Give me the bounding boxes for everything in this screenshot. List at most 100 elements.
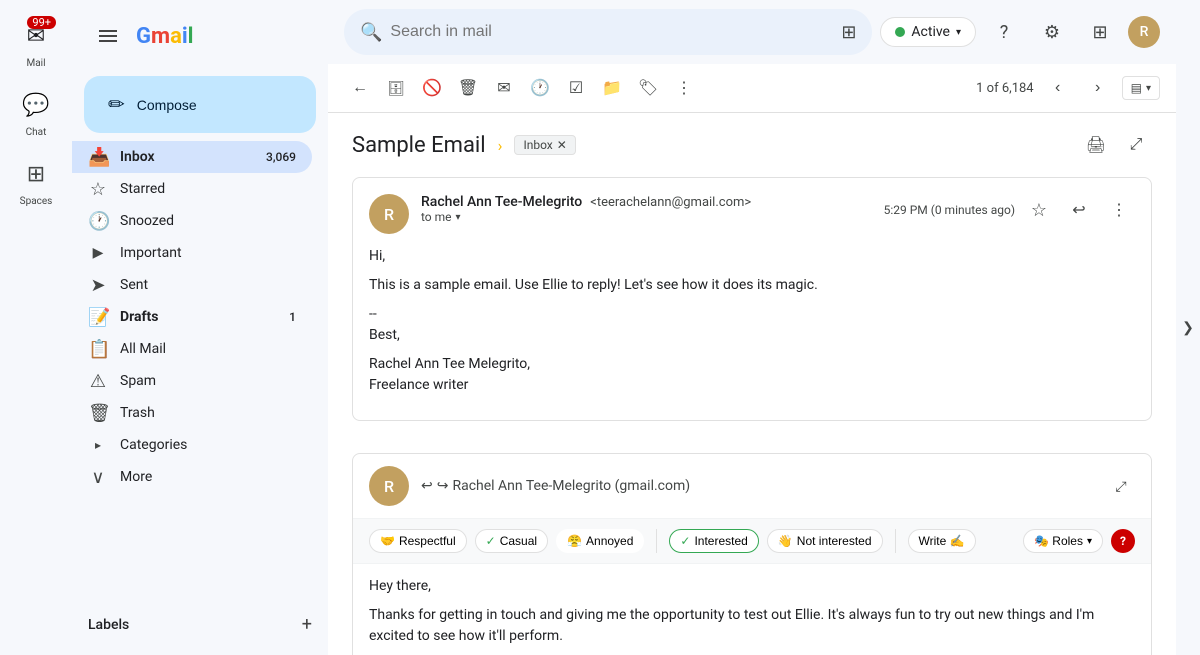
compose-button[interactable]: ✏ Compose: [84, 76, 316, 133]
hamburger-button[interactable]: [88, 16, 128, 56]
sidebar-item-label: Spam: [120, 373, 296, 389]
chat-label: Chat: [26, 127, 47, 138]
reply-body[interactable]: Hey there, Thanks for getting in touch a…: [353, 564, 1151, 655]
spaces-nav-item[interactable]: ⊞ Spaces: [0, 146, 72, 215]
sidebar: Gmail ✏ Compose 📥 Inbox 3,069 ☆ Starred …: [72, 0, 328, 655]
reply-to-label: Rachel Ann Tee-Melegrito (gmail.com): [452, 478, 690, 494]
labels-title: Labels: [88, 617, 129, 633]
help-button[interactable]: ?: [984, 12, 1024, 52]
sidebar-item-more[interactable]: ∨ More: [72, 461, 312, 493]
right-panel-toggle[interactable]: ❯: [1176, 0, 1200, 655]
message-time: 5:29 PM (0 minutes ago): [884, 203, 1015, 217]
sidebar-item-inbox[interactable]: 📥 Inbox 3,069: [72, 141, 312, 173]
labels-header: Labels +: [88, 610, 312, 639]
delete-email-button[interactable]: 🗑: [452, 72, 484, 104]
reply-expand-button[interactable]: ⤢: [1107, 472, 1135, 500]
sidebar-item-trash[interactable]: 🗑 Trash: [72, 397, 312, 429]
sidebar-item-label: All Mail: [120, 341, 296, 357]
body-line-4: Rachel Ann Tee Melegrito,Freelance write…: [369, 354, 1135, 396]
add-task-button[interactable]: ☑: [560, 72, 592, 104]
sidebar-item-spam[interactable]: ⚠ Spam: [72, 365, 312, 397]
view-icon: ▤: [1131, 81, 1142, 95]
back-button[interactable]: ←: [344, 72, 376, 104]
print-icon: 🖨: [1086, 135, 1106, 155]
expand-panel-icon: ❯: [1182, 320, 1194, 336]
tone-not-interested-button[interactable]: 👋 Not interested: [767, 529, 883, 553]
chat-nav-item[interactable]: 💬 Chat: [0, 77, 72, 146]
print-button[interactable]: 🖨: [1080, 129, 1112, 161]
sidebar-item-label: More: [120, 469, 296, 485]
more-icon: ⋮: [1111, 200, 1127, 220]
search-input[interactable]: [390, 23, 833, 41]
archive-button[interactable]: 🗄: [380, 72, 412, 104]
to-chevron-icon: ▾: [456, 212, 461, 223]
sidebar-item-starred[interactable]: ☆ Starred: [72, 173, 312, 205]
counter-text: 1 of 6,184: [976, 81, 1033, 96]
sidebar-item-categories[interactable]: ▸ Categories: [72, 429, 312, 461]
labels-add-button[interactable]: +: [302, 614, 312, 635]
move-icon: 📁: [602, 78, 622, 98]
tone-interested-button[interactable]: ✓ Interested: [669, 529, 758, 553]
view-toggle-button[interactable]: ▤ ▾: [1122, 76, 1160, 100]
nav-section: 📥 Inbox 3,069 ☆ Starred 🕐 Snoozed ▶ Impo…: [72, 141, 328, 602]
roles-chevron-icon: ▾: [1087, 536, 1092, 547]
more-toolbar-button[interactable]: ⋮: [668, 72, 700, 104]
search-bar: 🔍 ⊞: [344, 9, 872, 55]
hamburger-icon: [99, 27, 117, 45]
apps-button[interactable]: ⊞: [1080, 12, 1120, 52]
avatar[interactable]: R: [1128, 16, 1160, 48]
settings-button[interactable]: ⚙: [1032, 12, 1072, 52]
annoyed-emoji: 😤: [567, 534, 582, 548]
mail-nav-item[interactable]: ✉ 99+ Mail: [0, 8, 72, 77]
label-button[interactable]: 🏷: [632, 72, 664, 104]
search-tune-icon[interactable]: ⊞: [841, 22, 856, 43]
inbox-tag: Inbox ✕: [514, 135, 575, 155]
label-icon: 🏷: [638, 78, 658, 98]
report-spam-button[interactable]: 🚫: [416, 72, 448, 104]
interested-check-icon: ✓: [680, 534, 690, 548]
roles-button[interactable]: 🎭 Roles ▾: [1023, 529, 1103, 553]
move-button[interactable]: 📁: [596, 72, 628, 104]
snooze-button[interactable]: 🕐: [524, 72, 556, 104]
respectful-label: Respectful: [399, 534, 456, 548]
more-message-button[interactable]: ⋮: [1103, 194, 1135, 226]
settings-icon: ⚙: [1044, 22, 1060, 43]
spaces-label: Spaces: [20, 196, 53, 207]
star-button[interactable]: ☆: [1023, 194, 1055, 226]
casual-check-icon: ✓: [486, 534, 496, 548]
tone-respectful-button[interactable]: 🤝 Respectful: [369, 529, 467, 553]
back-icon: ←: [352, 79, 368, 97]
mail-badge: 99+: [27, 16, 56, 29]
email-subject-row: Sample Email › Inbox ✕ 🖨 ⤢: [352, 129, 1152, 161]
next-email-button[interactable]: ›: [1082, 72, 1114, 104]
casual-label: Casual: [500, 534, 537, 548]
sidebar-item-sent[interactable]: ➤ Sent: [72, 269, 312, 301]
avatar-initials: R: [1140, 24, 1149, 40]
sidebar-item-label: Drafts: [120, 309, 277, 325]
gmail-logo: Gmail: [136, 24, 194, 49]
help-button[interactable]: ?: [1111, 529, 1135, 553]
inbox-tag-close[interactable]: ✕: [557, 138, 567, 152]
active-status-button[interactable]: Active ▾: [880, 17, 976, 47]
reply-header: R ↩ ↪ Rachel Ann Tee-Melegrito (gmail.co…: [353, 454, 1151, 519]
main-content: 🔍 ⊞ Active ▾ ? ⚙ ⊞: [328, 0, 1176, 655]
reply-message-button[interactable]: ↩: [1063, 194, 1095, 226]
tone-annoyed-button[interactable]: 😤 Annoyed: [556, 529, 644, 553]
mark-email-button[interactable]: ✉: [488, 72, 520, 104]
mark-icon: ✉: [497, 78, 510, 98]
reply-box: R ↩ ↪ Rachel Ann Tee-Melegrito (gmail.co…: [352, 453, 1152, 655]
prev-email-button[interactable]: ‹: [1042, 72, 1074, 104]
sidebar-item-snoozed[interactable]: 🕐 Snoozed: [72, 205, 312, 237]
sidebar-item-important[interactable]: ▶ Important: [72, 237, 312, 269]
reply-to-row: ↩ ↪ Rachel Ann Tee-Melegrito (gmail.com): [421, 478, 690, 494]
expand-button[interactable]: ⤢: [1120, 129, 1152, 161]
more-icon: ⋮: [676, 78, 692, 98]
tone-casual-button[interactable]: ✓ Casual: [475, 529, 548, 553]
message-to[interactable]: to me ▾: [421, 210, 872, 224]
mail-label: Mail: [26, 58, 45, 69]
write-button[interactable]: Write ✍: [908, 529, 976, 553]
sidebar-item-drafts[interactable]: 📝 Drafts 1: [72, 301, 312, 333]
help-label: ?: [1120, 534, 1126, 548]
compose-label: Compose: [137, 97, 197, 113]
sidebar-item-all-mail[interactable]: 📋 All Mail: [72, 333, 312, 365]
